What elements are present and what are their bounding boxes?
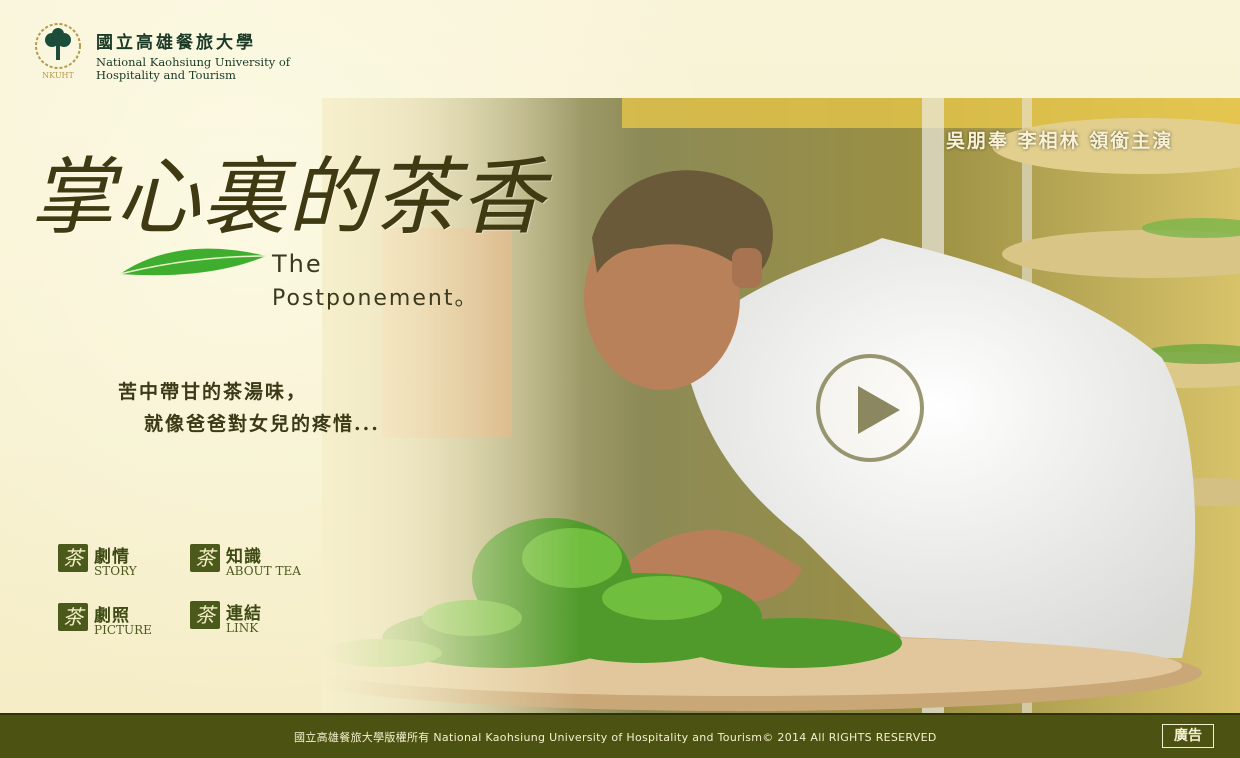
tea-badge-icon: 茶	[190, 544, 220, 572]
play-icon	[858, 386, 900, 434]
school-emblem-icon: NKUHT	[35, 23, 81, 80]
nav-picture[interactable]: 茶 劇照 PICTURE	[58, 601, 188, 641]
nav-about-tea[interactable]: 茶 知識 ABOUT TEA	[190, 542, 320, 582]
nav-story-label-en: STORY	[94, 564, 137, 578]
tea-badge-icon: 茶	[58, 544, 88, 572]
nav-link[interactable]: 茶 連結 LINK	[190, 599, 320, 639]
tagline-line1: 苦中帶甘的茶湯味，	[118, 381, 308, 403]
school-name-zh: 國立高雄餐旅大學	[96, 33, 256, 53]
nav-story[interactable]: 茶 劇情 STORY	[58, 542, 188, 582]
nav-picture-label-en: PICTURE	[94, 623, 152, 637]
school-name-en-line2: Hospitality and Tourism	[96, 68, 236, 82]
copyright-text: 國立高雄餐旅大學版權所有 National Kaohsiung Universi…	[294, 731, 937, 744]
emblem-text: NKUHT	[42, 71, 74, 80]
footer: 國立高雄餐旅大學版權所有 National Kaohsiung Universi…	[0, 713, 1240, 758]
tagline: 苦中帶甘的茶湯味， 就像爸爸對女兒的疼惜...	[118, 376, 380, 440]
film-title: 掌心裏的茶香 The Postponement。	[30, 130, 590, 320]
school-logo[interactable]: NKUHT 國立高雄餐旅大學 National Kaohsiung Univer…	[30, 22, 320, 86]
tagline-line2: 就像爸爸對女兒的疼惜...	[144, 413, 380, 435]
film-title-zh: 掌心裏的茶香	[30, 148, 547, 246]
tea-leaf-icon	[119, 248, 267, 276]
film-title-en-line2: Postponement。	[272, 286, 479, 311]
ad-button[interactable]: 廣告	[1162, 724, 1214, 748]
tea-badge-icon: 茶	[190, 601, 220, 629]
nav-link-label-en: LINK	[226, 621, 259, 635]
nav-about-tea-label-en: ABOUT TEA	[226, 564, 301, 578]
play-video-button[interactable]	[816, 354, 924, 462]
school-name-en-line1: National Kaohsiung University of	[96, 55, 291, 69]
cast-credits: 吳朋奉 李相林 領銜主演	[946, 130, 1174, 152]
tea-badge-icon: 茶	[58, 603, 88, 631]
film-title-en-line1: The	[272, 250, 323, 278]
